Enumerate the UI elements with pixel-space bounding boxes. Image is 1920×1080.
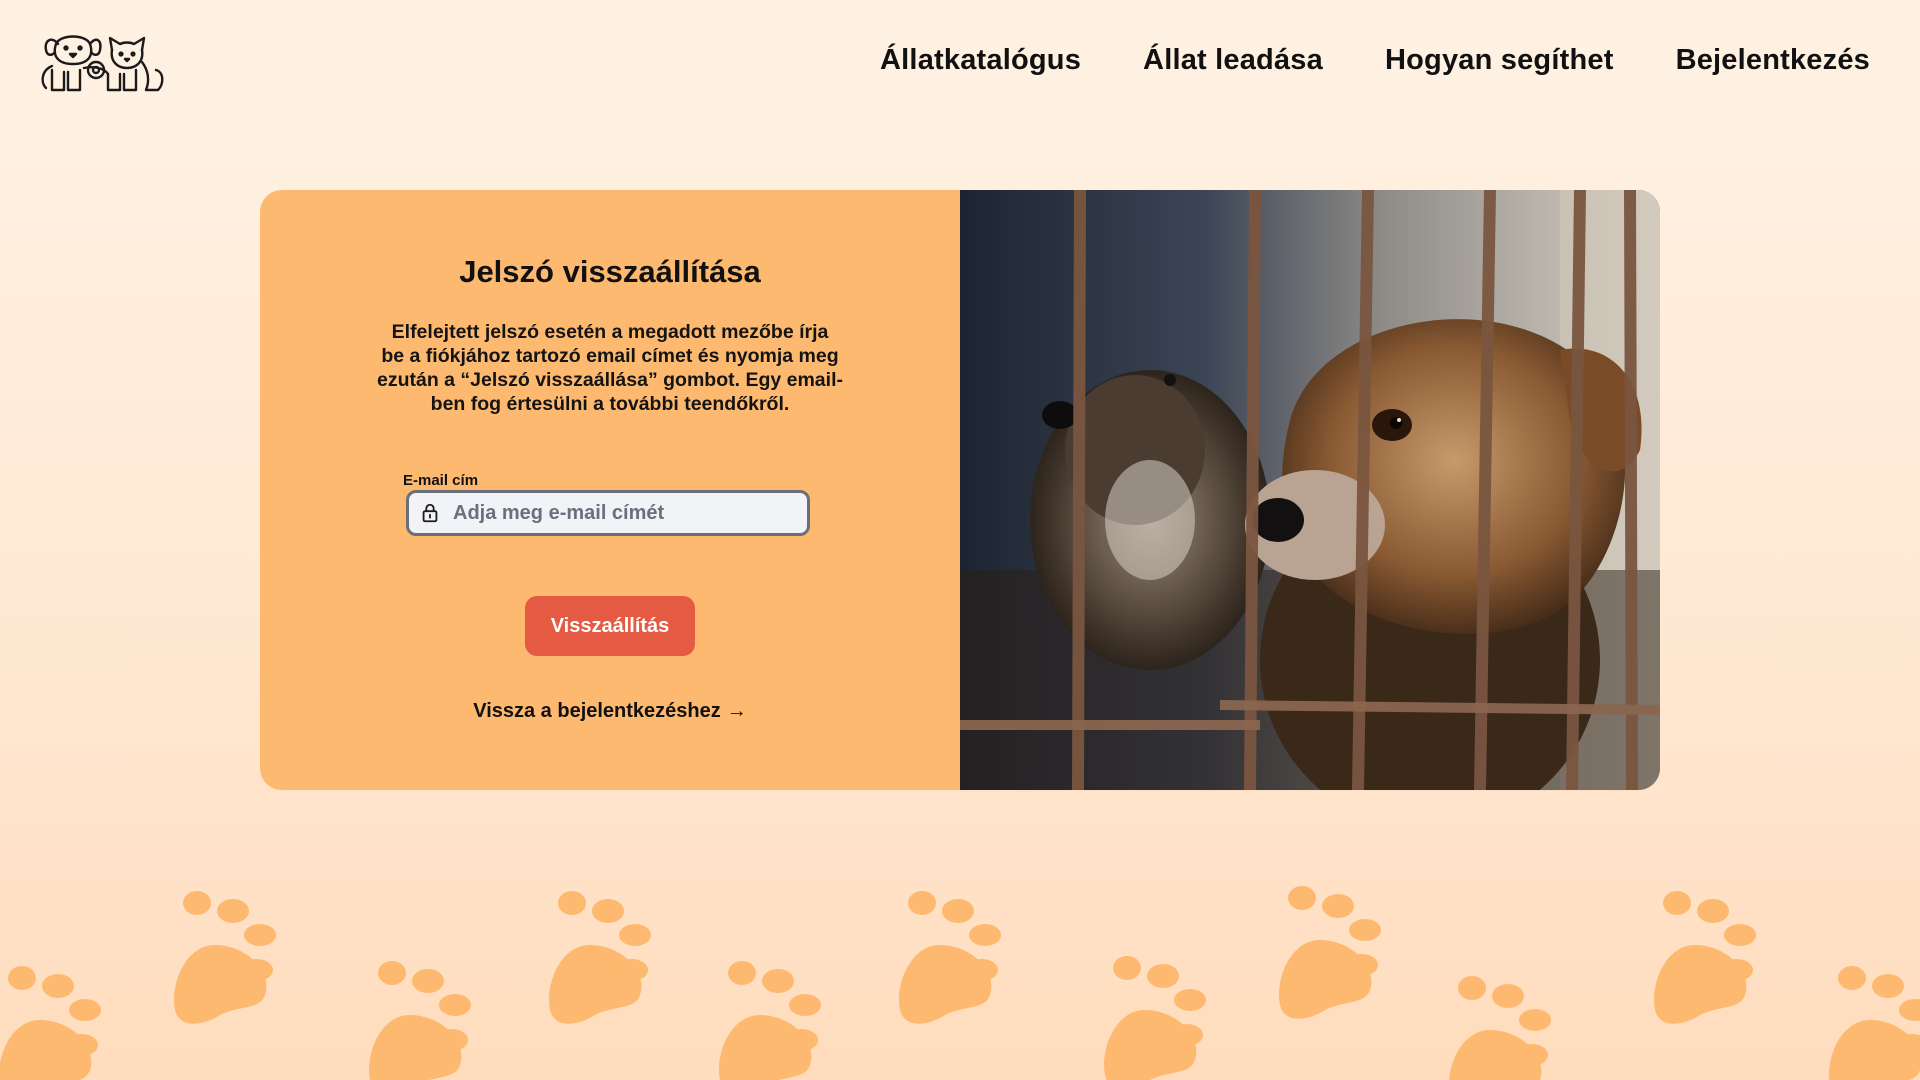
reset-instructions: Elfelejtett jelszó esetén a megadott mez… (376, 321, 843, 415)
paw-print-icon (1829, 966, 1920, 1080)
dog-behind-bars-image (960, 190, 1660, 790)
top-navigation-bar: Állatkatalógus Állat leadása Hogyan segí… (0, 0, 1920, 130)
reset-password-button[interactable]: Visszaállítás (525, 596, 695, 656)
paw-print-icon (174, 891, 276, 1024)
paw-print-icon (899, 891, 1001, 1024)
page-title: Jelszó visszaállítása (459, 254, 761, 289)
nav-animal-surrender[interactable]: Állat leadása (1143, 44, 1323, 77)
paw-print-icon (369, 961, 471, 1080)
main-nav: Állatkatalógus Állat leadása Hogyan segí… (880, 44, 1870, 77)
dog-and-cat-logo[interactable] (38, 30, 166, 96)
paw-print-icon (1104, 956, 1206, 1080)
back-to-login-link[interactable]: Vissza a bejelentkezéshez → (260, 700, 960, 723)
paw-print-icon (0, 966, 101, 1080)
back-to-login-label: Vissza a bejelentkezéshez (473, 700, 721, 722)
paw-print-icon (1449, 976, 1551, 1080)
nav-how-to-help[interactable]: Hogyan segíthet (1385, 44, 1614, 77)
nav-login[interactable]: Bejelentkezés (1676, 44, 1870, 77)
paw-print-icon (719, 961, 821, 1080)
password-reset-card: Jelszó visszaállítása Elfelejtett jelszó… (260, 190, 1660, 790)
paw-print-icon (1279, 886, 1381, 1019)
paw-print-icon (549, 891, 651, 1024)
arrow-right-icon: → (726, 700, 747, 722)
paw-print-decoration (0, 886, 1920, 1080)
email-input[interactable] (451, 500, 795, 526)
password-reset-form-panel: Jelszó visszaállítása Elfelejtett jelszó… (260, 190, 960, 790)
email-field-container[interactable] (406, 490, 810, 536)
paw-print-icon (1654, 891, 1756, 1024)
lock-icon (422, 503, 438, 523)
nav-animal-catalog[interactable]: Állatkatalógus (880, 44, 1081, 77)
caged-dogs-photo (960, 190, 1660, 790)
email-field-label: E-mail cím (403, 472, 479, 489)
